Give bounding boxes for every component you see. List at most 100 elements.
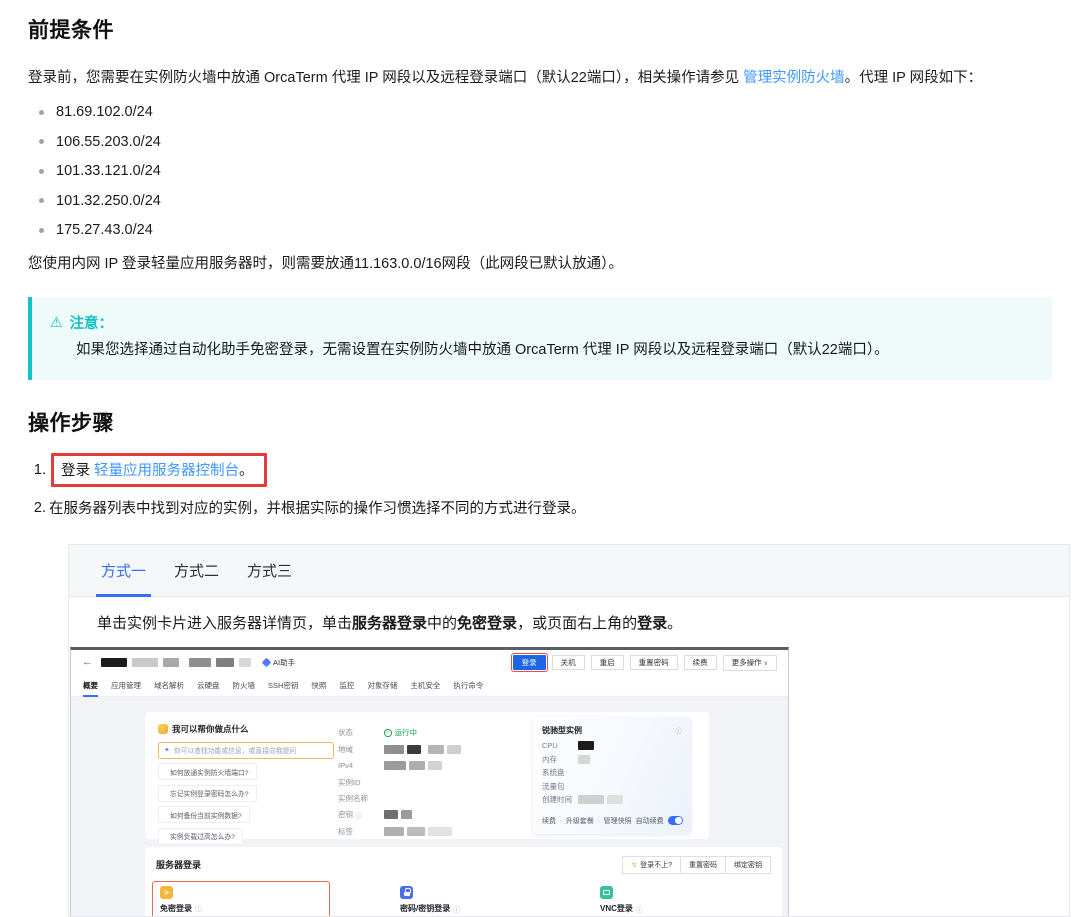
nav-firewall: 防火墙: [233, 680, 256, 691]
plan-label: 创建时间: [542, 794, 578, 805]
divider: |: [560, 817, 562, 824]
info-label: 实例名称: [338, 793, 384, 804]
proxy-ip-list: 81.69.102.0/24 106.55.203.0/24 101.33.12…: [28, 97, 1052, 245]
nav-ssh-key: SSH密钥: [268, 680, 298, 691]
plan-row: CPU: [542, 739, 682, 753]
reset-password-button: 重置密码: [630, 655, 678, 671]
nav-domain: 域名解析: [154, 680, 184, 691]
method-title-row: VNC登录ⓘ: [600, 903, 778, 914]
redacted-block: [384, 810, 398, 819]
info-label: 密钥ⓘ: [338, 809, 384, 820]
check-circle-icon: ✓: [384, 729, 392, 737]
ai-helper-title: 我可以帮你做点什么: [172, 723, 249, 735]
method-title: 免密登录: [160, 903, 192, 914]
redacted-block: [384, 745, 404, 754]
info-row: 地域: [338, 741, 461, 757]
tab-method-2[interactable]: 方式二: [160, 545, 233, 596]
redacted-block: [239, 658, 251, 667]
ai-input-placeholder: 你可以查找功能或信息，或直接向我提问: [174, 745, 296, 755]
list-item: 101.33.121.0/24: [28, 156, 1052, 186]
sparkle-icon: ✦: [164, 746, 170, 754]
instruction-bold: 免密登录: [457, 615, 517, 632]
lightning-icon: ↯: [631, 861, 637, 869]
ai-assistant-chip: AI助手: [263, 657, 295, 668]
overview-card: 我可以帮你做点什么 ✦ 你可以查找功能或信息，或直接向我提问 如何放通实例防火墙端…: [145, 712, 709, 839]
redacted-block: [401, 810, 412, 819]
intranet-note: 您使用内网 IP 登录轻量应用服务器时，则需要放通11.163.0.0/16网段…: [28, 253, 1052, 275]
step-number: 2.: [28, 500, 46, 516]
restart-button: 重启: [591, 655, 624, 671]
prerequisites-heading: 前提条件: [28, 14, 1052, 44]
ai-search-input: ✦ 你可以查找功能或信息，或直接向我提问: [158, 742, 334, 759]
instruction-text: ，或页面右上角的: [517, 615, 637, 632]
plan-label: 系统盘: [542, 767, 578, 778]
login-help-buttons: ↯登录不上? 重置密码 绑定密钥: [623, 856, 771, 874]
notice-box: ⚠ 注意： 如果您选择通过自动化助手免密登录，无需设置在实例防火墙中放通 Orc…: [28, 297, 1052, 380]
manage-firewall-link[interactable]: 管理实例防火墙: [743, 70, 845, 86]
bullet-icon: [39, 169, 44, 174]
list-item: 106.55.203.0/24: [28, 127, 1052, 157]
faq-item: 如何放通实例防火墙端口?: [158, 763, 257, 780]
plan-row: 流量包: [542, 779, 682, 793]
instruction-text: 单击实例卡片进入服务器详情页，单击: [97, 615, 352, 632]
redacted-block: [428, 827, 452, 836]
manage-snapshot-link: 管理快照: [604, 816, 632, 826]
ip-range: 81.69.102.0/24: [56, 104, 153, 120]
faq-text: 如何备份当前实例数据?: [170, 810, 242, 820]
terminal-icon: >: [160, 886, 173, 899]
bullet-icon: [39, 198, 44, 203]
methods-tab-panel: 方式一 方式二 方式三 单击实例卡片进入服务器详情页，单击服务器登录中的免密登录…: [68, 544, 1070, 917]
redacted-block: [578, 795, 604, 804]
renew-link: 续费: [542, 816, 556, 826]
info-row: 实例ID: [338, 774, 461, 790]
intro-text-post: 。代理 IP 网段如下：: [845, 70, 983, 86]
password-key-login-card: 密码/密钥登录ⓘ 通过OrcaTerm使用密码/密钥登录实例，您可以先重置密码或…: [400, 881, 596, 917]
status-text: 运行中: [395, 727, 418, 738]
plan-row: 内存: [542, 752, 682, 766]
instruction-text: 。: [667, 615, 682, 632]
intro-text-pre: 登录前，您需要在实例防火墙中放通 OrcaTerm 代理 IP 网段以及远程登录…: [28, 70, 743, 86]
passwordless-login-card-highlighted: > 免密登录ⓘ 通过OrcaTerm免密登录实例，您可以设置关闭该功能。: [152, 881, 330, 917]
step-1-text: 登录: [61, 459, 90, 480]
renew-button: 续费: [684, 655, 717, 671]
tab-method-1[interactable]: 方式一: [87, 545, 160, 596]
redacted-block: [407, 827, 425, 836]
login-button: 登录: [513, 655, 546, 671]
doc-page: 前提条件 登录前，您需要在实例防火墙中放通 OrcaTerm 代理 IP 网段以…: [0, 0, 1080, 917]
console-content: 我可以帮你做点什么 ✦ 你可以查找功能或信息，或直接向我提问 如何放通实例防火墙端…: [71, 697, 788, 917]
redacted-block: [384, 827, 404, 836]
faq-text: 忘记实例登录密码怎么办?: [170, 788, 249, 798]
info-label: 实例ID: [338, 777, 384, 788]
plan-row: 创建时间: [542, 793, 682, 807]
lighthouse-console-link[interactable]: 轻量应用服务器控制台: [94, 459, 239, 480]
more-actions-label: 更多操作: [732, 658, 762, 667]
instruction-bold: 服务器登录: [352, 615, 427, 632]
method-title-row: 免密登录ⓘ: [160, 903, 322, 914]
auto-renew-toggle: [668, 816, 683, 825]
faq-item: 如何备份当前实例数据?: [158, 806, 250, 823]
faq-text: 如何放通实例防火墙端口?: [170, 767, 249, 777]
info-circle-icon: ⓘ: [676, 725, 683, 735]
info-label: 状态: [338, 727, 384, 738]
method-title: 密码/密钥登录: [400, 903, 450, 914]
cant-login-button: ↯登录不上?: [622, 856, 681, 874]
nav-cloud-disk: 云硬盘: [197, 680, 220, 691]
redacted-block: [384, 761, 406, 770]
redacted-block: [409, 761, 425, 770]
step-1-highlight-box: 登录 轻量应用服务器控制台。: [51, 453, 267, 487]
tab-panel-body: 单击实例卡片进入服务器详情页，单击服务器登录中的免密登录，或页面右上角的登录。 …: [69, 597, 1069, 917]
auto-renew-label: 自动续费: [636, 816, 664, 826]
info-label: 地域: [338, 744, 384, 755]
redacted-block: [447, 745, 461, 754]
steps-list: 1. 登录 轻量应用服务器控制台。 2. 在服务器列表中找到对应的实例，并根据实…: [28, 453, 1052, 518]
console-action-buttons: 登录 关机 重启 重置密码 续费 更多操作∨: [513, 655, 777, 671]
tab-method-3[interactable]: 方式三: [233, 545, 306, 596]
nav-app-management: 应用管理: [111, 680, 141, 691]
plan-links-row: 续费| 升级套餐| 管理快照 自动续费: [542, 816, 682, 826]
info-label: 标签: [338, 826, 384, 837]
redacted-block: [578, 741, 594, 750]
bullet-icon: [39, 139, 44, 144]
ip-range: 106.55.203.0/24: [56, 134, 161, 150]
redacted-block: [607, 795, 623, 804]
method-1-instruction: 单击实例卡片进入服务器详情页，单击服务器登录中的免密登录，或页面右上角的登录。: [97, 613, 1041, 636]
